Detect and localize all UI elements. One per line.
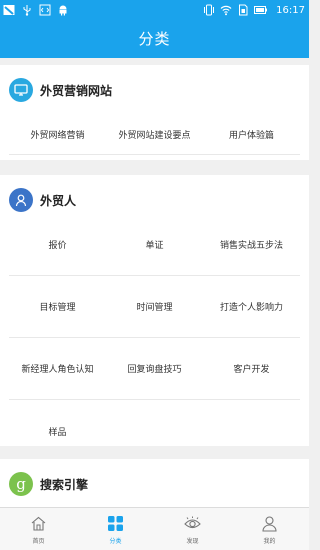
section-title: 外贸营销网站 (40, 84, 113, 98)
svg-text:g: g (16, 476, 26, 492)
tab-label: 首页 (32, 538, 45, 545)
section-foreign-trade-website: 外贸营销网站 外贸网络营销 外贸网站建设要点 用户体验篇 (0, 65, 309, 160)
android-icon (59, 5, 67, 16)
usb-icon (23, 5, 31, 16)
section-header[interactable]: g 搜索引擎 (0, 459, 309, 507)
category-item[interactable]: 报价 (9, 214, 106, 275)
g-icon: g (9, 472, 33, 496)
battery-icon (254, 6, 268, 14)
category-item[interactable]: 回复询盘技巧 (106, 338, 203, 399)
tab-label: 发现 (186, 538, 199, 545)
category-item[interactable]: 新经理人角色认知 (9, 338, 106, 399)
section-search-engine: g 搜索引擎 (0, 459, 309, 507)
category-row: 新经理人角色认知 回复询盘技巧 客户开发 (9, 338, 300, 400)
section-title: 搜索引擎 (40, 478, 89, 492)
user-icon (262, 516, 277, 532)
eye-icon (184, 516, 201, 529)
person-icon (9, 188, 33, 212)
section-header[interactable]: 外贸营销网站 (0, 65, 309, 115)
section-title: 外贸人 (40, 194, 77, 208)
category-item[interactable]: 客户开发 (203, 338, 300, 399)
category-list[interactable]: 外贸营销网站 外贸网络营销 外贸网站建设要点 用户体验篇 外贸人 报价 单证 销… (0, 58, 309, 507)
category-item[interactable]: 用户体验篇 (203, 115, 300, 154)
vibrate-icon (204, 4, 215, 16)
section-foreign-trader: 外贸人 报价 单证 销售实战五步法 目标管理 时间管理 打造个人影响力 新经理人… (0, 175, 309, 446)
sim-icon (239, 4, 248, 16)
category-item[interactable]: 外贸网站建设要点 (106, 115, 203, 154)
status-bar: 16:17 (0, 0, 309, 20)
grid-icon (108, 516, 123, 531)
bottom-tab-bar: 首页 分类 发现 我的 (0, 507, 309, 550)
tab-home[interactable]: 首页 (0, 508, 77, 550)
category-item[interactable]: 外贸网络营销 (9, 115, 106, 154)
tab-label: 我的 (263, 538, 276, 545)
category-row: 外贸网络营销 外贸网站建设要点 用户体验篇 (9, 115, 300, 155)
page-title-bar: 分类 (0, 20, 309, 58)
category-item[interactable]: 打造个人影响力 (203, 276, 300, 337)
category-item[interactable]: 销售实战五步法 (203, 214, 300, 275)
category-item[interactable]: 时间管理 (106, 276, 203, 337)
tab-label: 分类 (109, 538, 122, 545)
category-row: 样品 (9, 400, 300, 462)
code-icon (39, 4, 51, 16)
tab-category[interactable]: 分类 (77, 508, 154, 550)
category-item[interactable]: 目标管理 (9, 276, 106, 337)
status-time: 16:17 (276, 4, 305, 16)
tab-discover[interactable]: 发现 (154, 508, 231, 550)
category-item[interactable]: 样品 (9, 400, 106, 462)
category-item[interactable]: 单证 (106, 214, 203, 275)
app-icon (3, 5, 15, 15)
wifi-icon (220, 5, 232, 16)
category-row: 目标管理 时间管理 打造个人影响力 (9, 276, 300, 338)
category-row: 报价 单证 销售实战五步法 (9, 214, 300, 276)
home-icon (31, 516, 46, 531)
monitor-icon (9, 78, 33, 102)
tab-mine[interactable]: 我的 (231, 508, 308, 550)
page-title: 分类 (138, 30, 171, 48)
